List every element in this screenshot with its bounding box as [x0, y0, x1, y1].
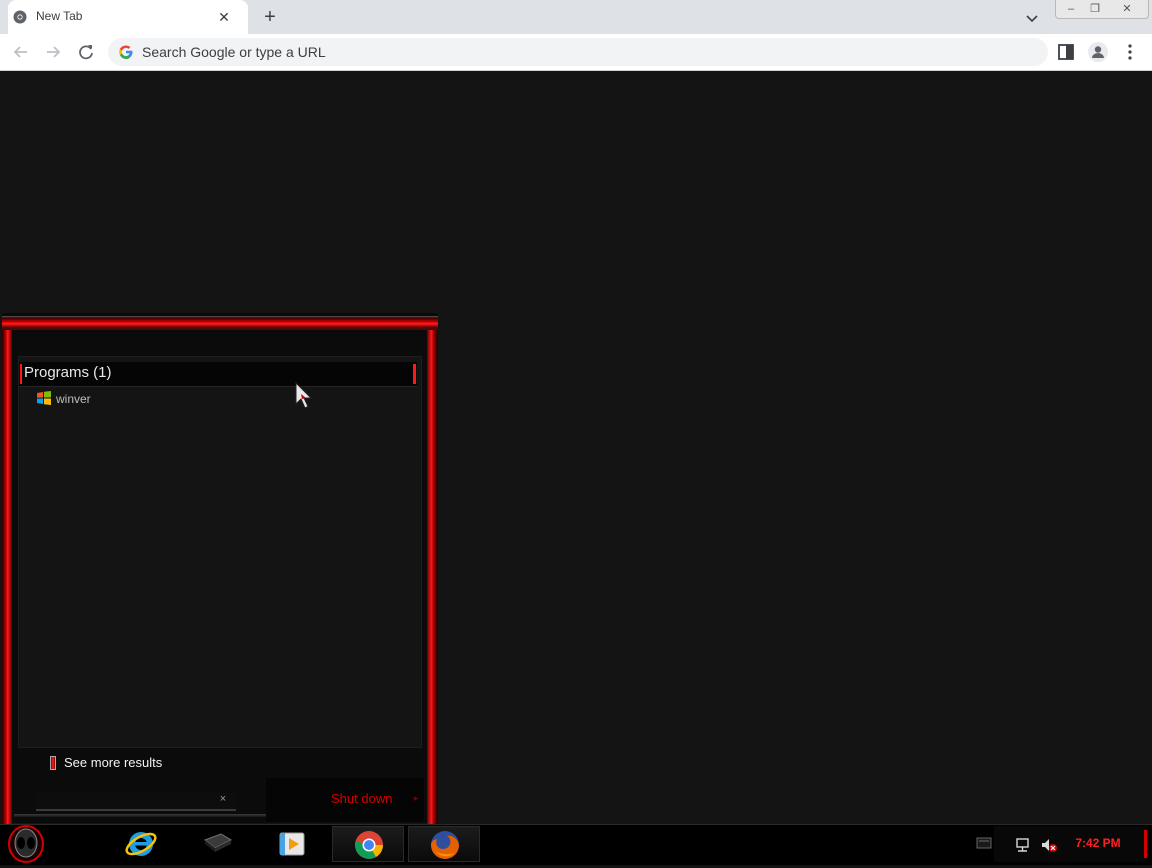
network-icon[interactable]	[1014, 836, 1032, 854]
search-box-underline	[14, 814, 266, 817]
terminal-icon	[204, 833, 233, 852]
start-menu-left-border	[2, 316, 12, 824]
see-more-results-link[interactable]: See more results	[64, 755, 162, 770]
show-desktop-button[interactable]	[1144, 830, 1147, 858]
shutdown-options-button[interactable]: ▸	[410, 791, 422, 805]
action-center-icon[interactable]	[975, 835, 993, 851]
start-orb-alien-icon[interactable]	[6, 825, 46, 863]
taskbar-command-line[interactable]	[181, 826, 253, 862]
taskbar-media-player[interactable]	[256, 826, 328, 862]
programs-header-accent-right	[413, 364, 416, 384]
close-window-button[interactable]: ✕	[1112, 2, 1142, 16]
reload-icon[interactable]	[75, 41, 97, 63]
minimize-button[interactable]: –	[1060, 2, 1082, 16]
start-menu-right-border	[427, 316, 437, 824]
side-panel-icon[interactable]	[1055, 41, 1077, 63]
taskbar-google-chrome[interactable]	[332, 826, 404, 862]
taskbar-clock[interactable]: 7:42 PM	[1062, 836, 1134, 850]
start-search-input[interactable]	[36, 793, 236, 811]
restore-button[interactable]: ❐	[1084, 2, 1106, 16]
tab-title: New Tab	[36, 9, 83, 23]
taskbar-internet-explorer[interactable]	[105, 826, 177, 862]
windows-logo-icon[interactable]	[36, 390, 52, 406]
search-clear-button[interactable]: ×	[216, 792, 230, 806]
chevron-down-icon[interactable]	[1022, 8, 1042, 28]
start-menu-top-border	[2, 316, 438, 330]
window-controls: – ❐ ✕	[1055, 0, 1149, 19]
new-tab-button[interactable]: +	[258, 6, 282, 30]
back-arrow-icon[interactable]	[10, 41, 32, 63]
menu-kebab-icon[interactable]	[1119, 41, 1141, 63]
internet-explorer-icon	[125, 832, 157, 856]
volume-muted-icon[interactable]	[1040, 836, 1058, 854]
programs-header-accent-left	[20, 364, 22, 384]
chrome-icon	[354, 831, 383, 859]
tab-close-button[interactable]: ✕	[214, 7, 234, 27]
firefox-icon	[431, 831, 459, 859]
omnibox-input[interactable]	[142, 42, 842, 62]
program-item-winver[interactable]: winver	[56, 392, 91, 406]
taskbar-firefox[interactable]	[408, 826, 480, 862]
search-results-pane	[18, 356, 422, 748]
see-more-marker-icon	[50, 756, 56, 770]
mouse-cursor-icon	[295, 382, 313, 409]
forward-arrow-icon[interactable]	[42, 41, 64, 63]
google-g-icon	[119, 45, 133, 59]
shutdown-button[interactable]: Shut down	[331, 791, 392, 806]
programs-header-label: Programs (1)	[24, 364, 112, 381]
chrome-tab-icon	[13, 10, 27, 24]
profile-avatar-icon[interactable]	[1087, 41, 1109, 63]
media-player-icon	[279, 832, 305, 856]
